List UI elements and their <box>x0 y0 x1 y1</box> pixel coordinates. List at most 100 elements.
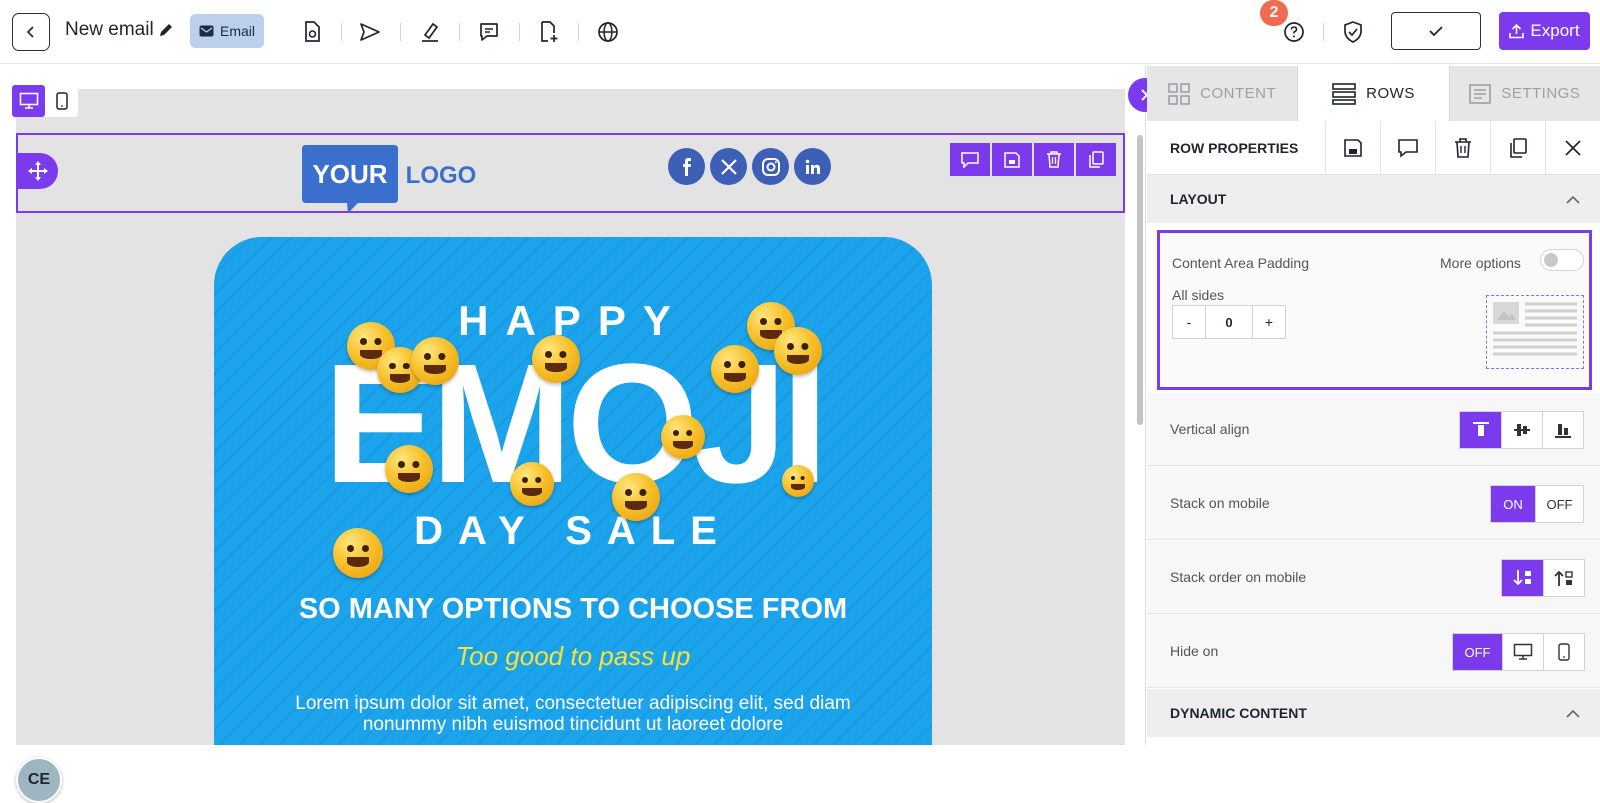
row-comment-button[interactable] <box>950 143 990 176</box>
align-middle-icon <box>1514 424 1530 436</box>
help-icon <box>1284 22 1304 42</box>
mobile-icon <box>55 92 68 110</box>
social-icons <box>668 148 831 185</box>
hero-body-text: Lorem ipsum dolor sit amet, consectetuer… <box>295 693 851 735</box>
chevron-up-icon <box>1566 709 1580 718</box>
hide-mobile-button[interactable] <box>1543 634 1584 670</box>
upload-icon <box>1509 23 1525 39</box>
security-button[interactable] <box>1340 19 1366 45</box>
copy-icon <box>1089 151 1104 168</box>
desktop-icon <box>1513 643 1533 660</box>
stack-order-options <box>1501 559 1585 597</box>
save-icon <box>1004 151 1020 168</box>
email-title[interactable]: New email <box>65 19 154 41</box>
close-icon <box>1565 139 1581 156</box>
stack-off-button[interactable]: OFF <box>1535 486 1583 522</box>
layout-section-header[interactable]: LAYOUT <box>1147 175 1600 223</box>
row-move-handle[interactable] <box>18 153 58 189</box>
hero-tagline: Too good to pass up <box>455 641 691 671</box>
email-type-chip[interactable]: Email <box>190 14 264 48</box>
hide-desktop-button[interactable] <box>1502 634 1543 670</box>
send-test-button[interactable] <box>357 19 383 45</box>
toolbar-divider <box>341 23 342 41</box>
decrease-padding-button[interactable]: - <box>1173 306 1205 338</box>
user-avatar[interactable]: CE <box>16 757 62 803</box>
back-button[interactable] <box>12 13 50 51</box>
align-bottom-button[interactable] <box>1542 412 1583 448</box>
stack-on-mobile-toggle: ON OFF <box>1490 485 1584 523</box>
x-twitter-icon[interactable] <box>710 148 747 185</box>
save-row-button[interactable] <box>1325 120 1380 175</box>
export-button[interactable]: Export <box>1499 12 1590 50</box>
mobile-view-button[interactable] <box>45 85 78 117</box>
content-padding-control: Content Area Padding More options All si… <box>1157 230 1592 390</box>
language-button[interactable] <box>595 19 621 45</box>
close-panel-button[interactable] <box>1545 120 1600 175</box>
emoji-face-icon <box>510 462 554 506</box>
pencil-icon[interactable] <box>158 22 174 38</box>
align-top-icon <box>1472 422 1489 436</box>
tab-rows[interactable]: ROWS <box>1297 66 1450 121</box>
padding-preview-illustration <box>1486 295 1584 369</box>
sort-down-icon <box>1512 570 1531 586</box>
add-file-button[interactable] <box>536 19 562 45</box>
hero-banner[interactable]: HAPPY EMOJI DAY SALE SO MANY OPTIONS TO … <box>214 237 932 745</box>
logo-your-text: YOUR <box>312 159 387 189</box>
duplicate-row-button[interactable] <box>1490 120 1545 175</box>
linkedin-icon[interactable] <box>794 148 831 185</box>
comment-row-button[interactable] <box>1380 120 1435 175</box>
grid-icon <box>1168 82 1190 105</box>
sort-up-icon <box>1554 570 1573 586</box>
preview-file-button[interactable] <box>299 19 325 45</box>
emoji-face-icon <box>612 473 660 521</box>
device-preview-toggle <box>12 85 78 117</box>
align-bottom-icon <box>1555 424 1571 438</box>
toolbar-divider <box>400 23 401 41</box>
increase-padding-button[interactable]: + <box>1253 306 1285 338</box>
dynamic-content-section-header[interactable]: DYNAMIC CONTENT <box>1147 689 1600 737</box>
top-toolbar: New email Email 2 Export <box>0 0 1600 64</box>
emoji-face-icon <box>711 345 759 393</box>
stack-order-reverse-button[interactable] <box>1543 560 1584 596</box>
edit-button[interactable] <box>417 19 443 45</box>
more-options-toggle[interactable] <box>1540 249 1584 271</box>
desktop-view-button[interactable] <box>12 85 45 117</box>
emoji-face-icon <box>782 465 814 497</box>
chevron-up-icon <box>1566 195 1580 204</box>
trash-icon <box>1455 137 1471 158</box>
check-icon <box>1429 26 1443 37</box>
delete-row-button[interactable] <box>1435 120 1490 175</box>
tab-content-label: CONTENT <box>1200 85 1277 102</box>
stack-order-default-button[interactable] <box>1502 560 1543 596</box>
globe-icon <box>598 22 618 42</box>
tab-settings[interactable]: SETTINGS <box>1450 66 1600 121</box>
row-save-button[interactable] <box>992 143 1032 176</box>
facebook-icon[interactable] <box>668 148 705 185</box>
hero-day-sale-text: DAY SALE <box>414 509 732 553</box>
vertical-align-row: Vertical align <box>1147 393 1600 466</box>
row-properties-bar: ROW PROPERTIES <box>1147 120 1600 175</box>
align-middle-button[interactable] <box>1501 412 1542 448</box>
instagram-icon[interactable] <box>752 148 789 185</box>
stack-on-button[interactable]: ON <box>1491 486 1535 522</box>
save-check-button[interactable] <box>1391 12 1481 50</box>
align-top-button[interactable] <box>1460 412 1501 448</box>
stack-on-mobile-label: Stack on mobile <box>1170 495 1270 511</box>
padding-value-input[interactable]: 0 <box>1205 306 1253 338</box>
move-arrows-icon <box>28 161 48 181</box>
emoji-face-icon <box>385 445 433 493</box>
desktop-icon <box>19 92 38 109</box>
toolbar-divider <box>578 23 579 41</box>
canvas-scrollbar[interactable] <box>1137 135 1143 425</box>
trash-icon <box>1047 151 1061 168</box>
row-delete-button[interactable] <box>1034 143 1074 176</box>
row-duplicate-button[interactable] <box>1076 143 1116 176</box>
file-settings-icon <box>305 21 320 42</box>
help-button[interactable] <box>1281 19 1307 45</box>
tab-content[interactable]: CONTENT <box>1147 66 1297 121</box>
save-icon <box>1344 138 1362 157</box>
rows-icon <box>1332 82 1356 105</box>
hide-off-button[interactable]: OFF <box>1453 634 1502 670</box>
email-canvas[interactable]: YOUR LOGO HAPPY EMOJI DAY SALE SO MANY O… <box>0 65 1145 803</box>
comments-button[interactable] <box>476 19 502 45</box>
